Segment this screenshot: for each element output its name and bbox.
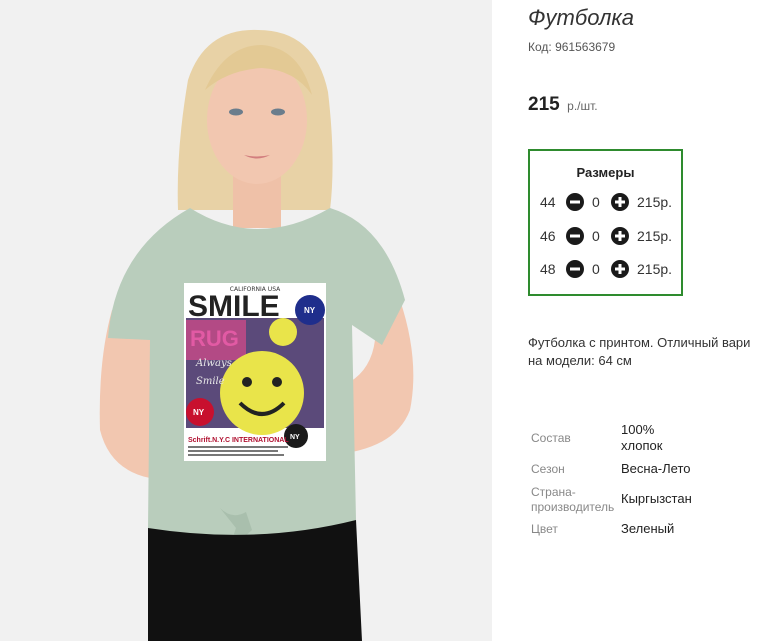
- size-quantity: 0: [592, 194, 600, 210]
- size-label: 46: [540, 228, 556, 244]
- print-script1-text: Always: [195, 358, 232, 369]
- decrement-icon[interactable]: [566, 193, 584, 211]
- price-unit: р./шт.: [567, 99, 598, 113]
- print-rug-text: RUG: [190, 326, 239, 351]
- increment-icon[interactable]: [611, 193, 629, 211]
- property-label-composition: Состав: [531, 431, 571, 445]
- decrement-icon[interactable]: [566, 260, 584, 278]
- price-value: 215: [528, 94, 560, 115]
- property-label-season: Сезон: [531, 462, 565, 476]
- decrement-icon[interactable]: [566, 227, 584, 245]
- size-sum: 215р.: [637, 228, 673, 244]
- product-description: Футболка с принтом. Отличный вари на мод…: [528, 334, 772, 370]
- product-title: Футболка: [528, 5, 634, 30]
- print-badge-text-2: NY: [193, 408, 205, 417]
- size-row-48: 48 0 215р.: [540, 259, 680, 279]
- property-value-composition-2: хлопок: [621, 438, 663, 453]
- size-label: 48: [540, 261, 556, 277]
- print-smile-text: SMILE: [188, 290, 280, 323]
- increment-icon[interactable]: [611, 227, 629, 245]
- size-quantity: 0: [592, 261, 600, 277]
- size-quantity: 0: [592, 228, 600, 244]
- size-row-44: 44 0 215р.: [540, 192, 680, 212]
- property-label-country-2: производитель: [531, 500, 615, 514]
- property-value-season: Весна-Лето: [621, 461, 691, 476]
- sizes-box: Размеры 44 0 215р. 46 0 215р. 48 0 215р.: [528, 149, 683, 296]
- print-brand-text: Schrift.N.Y.C INTERNATIONAL: [188, 437, 289, 444]
- size-sum: 215р.: [637, 261, 673, 277]
- size-row-46: 46 0 215р.: [540, 226, 680, 246]
- product-info-panel: Футболка Код: 961563679 215 р./шт. Разме…: [528, 0, 772, 641]
- sizes-title: Размеры: [576, 165, 635, 180]
- size-sum: 215р.: [637, 194, 673, 210]
- size-label: 44: [540, 194, 556, 210]
- property-label-color: Цвет: [531, 522, 558, 536]
- model-illustration: CALIFORNIA USA SMILE RUG Always Smile NY…: [0, 0, 492, 641]
- product-code: Код: 961563679: [528, 40, 616, 54]
- product-photo[interactable]: CALIFORNIA USA SMILE RUG Always Smile NY…: [0, 0, 492, 641]
- description-line-1: Футболка с принтом. Отличный вари: [528, 335, 751, 350]
- print-badge-text-1: NY: [304, 306, 316, 315]
- print-script2-text: Smile: [196, 376, 225, 387]
- property-value-composition-1: 100%: [621, 422, 655, 437]
- property-value-color: Зеленый: [621, 521, 675, 536]
- description-line-2: на модели: 64 см: [528, 353, 632, 368]
- property-label-country-1: Страна-: [531, 485, 576, 499]
- property-value-country: Кыргызстан: [621, 491, 692, 506]
- increment-icon[interactable]: [611, 260, 629, 278]
- print-badge-text-3: NY: [290, 434, 300, 441]
- product-price: 215 р./шт.: [528, 94, 598, 116]
